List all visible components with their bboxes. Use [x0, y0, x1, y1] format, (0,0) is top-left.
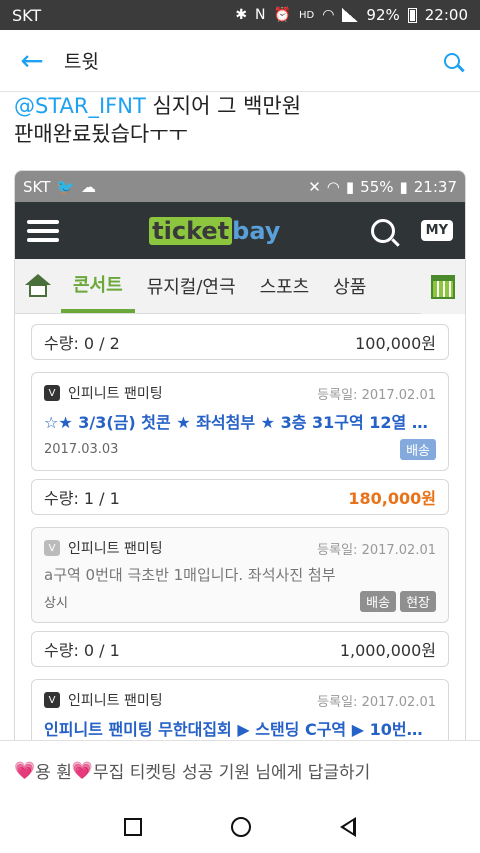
seller-badge-icon: V	[44, 540, 60, 556]
battery-icon	[407, 7, 417, 23]
embedded-signal-icon: ▮	[345, 177, 355, 196]
status-bar: SKT ✱ N ⏰ HD ◠ 92% 22:00	[0, 0, 480, 30]
signal-icon	[342, 8, 359, 22]
wifi-icon: ◠	[322, 7, 335, 23]
search-icon	[444, 52, 460, 69]
alarm-icon: ⏰	[273, 7, 291, 23]
delivery-tag: 배송	[360, 591, 397, 612]
embedded-clock: 21:37	[413, 177, 457, 196]
navigation-bar	[0, 800, 480, 853]
calendar-icon	[431, 274, 455, 299]
nfc-icon: N	[255, 7, 266, 23]
heart-icon: 💗	[14, 760, 36, 781]
cloud-icon: ☁	[81, 177, 97, 196]
embedded-status-bar: SKT 🐦 ☁ ✕ ◠ ▮ 55% ▮ 21:37	[15, 171, 465, 202]
tab-concert[interactable]: 콘서트	[61, 259, 135, 313]
embedded-wifi-icon: ◠	[326, 177, 340, 196]
registered-date: 등록일: 2017.02.01	[317, 542, 436, 558]
listing-title[interactable]: a구역 0번대 극초반 1매입니다. 좌석사진 첨부	[44, 564, 436, 585]
menu-icon[interactable]	[27, 219, 59, 242]
mention-link[interactable]: @STAR_IFNT	[14, 94, 146, 118]
calendar-button[interactable]	[421, 259, 465, 314]
back-nav-icon[interactable]	[339, 816, 356, 837]
listing-card[interactable]: V 인피니트 팬미팅 등록일: 2017.02.01 인피니트 팬미팅 무한대집…	[31, 679, 449, 740]
price: 1,000,000원	[339, 641, 436, 660]
page-title: 트윗	[64, 51, 99, 73]
delivery-tag: 배송	[400, 439, 436, 460]
listing-card[interactable]: V 인피니트 팬미팅 등록일: 2017.02.01 a구역 0번대 극초반 1…	[31, 527, 449, 623]
quantity-row: 수량: 1 / 1 180,000원	[31, 479, 449, 515]
listing-title[interactable]: 인피니트 팬미팅 무한대집회 ▶ 스탠딩 C구역 ▶ 10번대 ...	[44, 716, 436, 740]
seller-badge-icon: V	[44, 385, 60, 401]
embedded-carrier: SKT	[23, 177, 51, 196]
tweet-image[interactable]: SKT 🐦 ☁ ✕ ◠ ▮ 55% ▮ 21:37 ticket bay MY 콘…	[14, 170, 466, 740]
tweet-line-1: 심지어 그 백만원	[145, 94, 302, 118]
seller-name: 인피니트 팬미팅	[68, 693, 163, 709]
home-icon	[25, 274, 51, 298]
price: 180,000원	[348, 489, 436, 508]
price: 100,000원	[355, 334, 436, 353]
tab-sports[interactable]: 스포츠	[248, 259, 322, 313]
listing-title[interactable]: ☆★ 3/3(금) 첫콘 ★ 좌석첨부 ★ 3층 31구역 12열 1자...	[44, 409, 436, 433]
seller-name: 인피니트 팬미팅	[68, 386, 163, 402]
registered-date: 등록일: 2017.02.01	[317, 694, 436, 710]
back-arrow-icon[interactable]: ←	[0, 30, 64, 92]
reply-prompt: 무집 티켓팅 성공 기원 님에게 답글하기	[93, 763, 371, 783]
bluetooth-icon: ✱	[235, 7, 248, 23]
event-date: 2017.03.03	[44, 442, 119, 457]
ticketbay-search-icon[interactable]	[370, 218, 395, 243]
seller-badge-icon: V	[44, 692, 60, 708]
listing-list: 수량: 0 / 2 100,000원 V 인피니트 팬미팅 등록일: 2017.…	[15, 314, 465, 740]
listing-card[interactable]: V 인피니트 팬미팅 등록일: 2017.02.01 ☆★ 3/3(금) 첫콘 …	[31, 372, 449, 471]
tweet-line-2: 판매완료됬습다ㅜㅜ	[14, 122, 188, 146]
app-bar: ← 트윗	[0, 30, 480, 92]
mute-icon: ✕	[308, 177, 321, 196]
recent-apps-icon[interactable]	[124, 817, 143, 836]
registered-date: 등록일: 2017.02.01	[317, 387, 436, 403]
onsite-tag: 현장	[400, 591, 436, 612]
tab-musical[interactable]: 뮤지컬/연극	[135, 259, 248, 313]
reply-bar[interactable]: 💗 용 훤 💗 무집 티켓팅 성공 기원 님에게 답글하기	[0, 740, 480, 800]
my-page-button[interactable]: MY	[420, 220, 453, 241]
reply-user-name: 용 훤	[35, 763, 72, 783]
tweet-text: @STAR_IFNT 심지어 그 백만원 판매완료됬습다ㅜㅜ	[14, 92, 474, 148]
twitter-bird-icon: 🐦	[56, 177, 76, 196]
home-button[interactable]	[15, 259, 61, 313]
home-nav-icon[interactable]	[230, 816, 251, 837]
tab-goods[interactable]: 상품	[321, 259, 378, 313]
clock: 22:00	[424, 6, 468, 24]
category-tabs: 콘서트 뮤지컬/연극 스포츠 상품	[15, 259, 465, 314]
embedded-battery: 55%	[360, 177, 394, 196]
embedded-battery-icon: ▮	[399, 177, 408, 196]
search-button[interactable]	[424, 30, 480, 92]
ticketbay-logo: ticket bay	[59, 216, 371, 245]
seller-name: 인피니트 팬미팅	[68, 541, 163, 557]
heart-icon: 💗	[71, 760, 94, 781]
quantity-row: 수량: 0 / 2 100,000원	[31, 324, 449, 360]
hd-voice-icon: HD	[298, 9, 315, 21]
battery-percent: 92%	[366, 6, 400, 24]
ticketbay-header: ticket bay MY	[15, 202, 465, 259]
event-date: 상시	[44, 596, 68, 611]
carrier-label: SKT	[12, 5, 42, 25]
quantity-row: 수량: 0 / 1 1,000,000원	[31, 631, 449, 667]
